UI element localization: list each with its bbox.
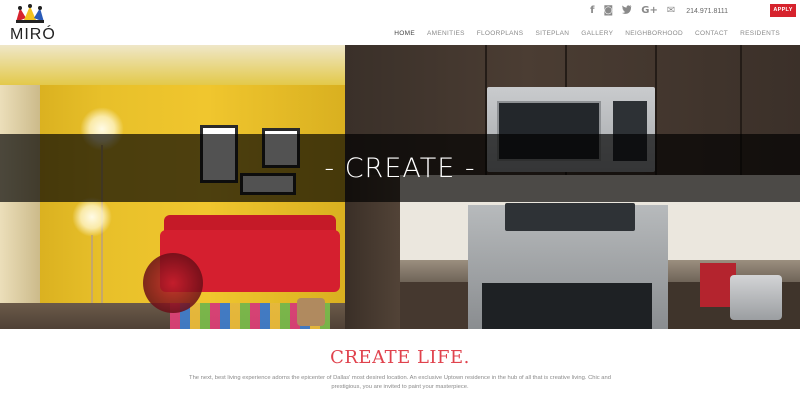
nav-item-contact[interactable]: CONTACT [689,30,734,37]
curtain [0,85,40,329]
logo-text: MIRÓ [10,26,56,43]
lower-cabinet [400,282,468,329]
floor-lamp [72,197,112,237]
hero-banner: - CREATE - [0,134,800,202]
nav-item-neighborhood[interactable]: NEIGHBORHOOD [619,30,689,37]
nav-item-gallery[interactable]: GALLERY [575,30,619,37]
nav-item-amenities[interactable]: AMENITIES [421,30,471,37]
steel-bowl [730,275,782,320]
hero-banner-text: - CREATE - [324,152,476,184]
oven-window [482,283,652,329]
nav-item-residents[interactable]: RESIDENTS [734,30,786,37]
nav-item-floorplans[interactable]: FLOORPLANS [471,30,530,37]
mail-icon[interactable]: ✉ [667,5,675,17]
social-links: f ◙ G+ ✉ 214.971.8111 [590,4,728,18]
site-header: MIRÓ f ◙ G+ ✉ 214.971.8111 APPLY HOME AM… [0,0,800,45]
nav-item-home[interactable]: HOME [388,30,421,37]
intro-section: CREATE LIFE. The next, best living exper… [0,329,800,400]
page-headline: CREATE LIFE. [330,347,470,368]
google-plus-icon[interactable]: G+ [641,5,658,17]
phone-number[interactable]: 214.971.8111 [686,8,728,15]
instagram-icon[interactable]: ◙ [604,5,614,17]
page: MIRÓ f ◙ G+ ✉ 214.971.8111 APPLY HOME AM… [0,0,800,400]
stove-control-panel [505,203,635,231]
jester-hat-icon [16,4,44,23]
facebook-icon[interactable]: f [590,5,594,17]
nav-item-siteplan[interactable]: SITEPLAN [529,30,575,37]
stump-table [297,298,325,326]
twitter-icon[interactable] [622,4,633,18]
side-table [143,253,203,313]
ceiling [0,45,345,85]
main-nav: HOME AMENITIES FLOORPLANS SITEPLAN GALLE… [388,30,786,37]
intro-description: The next, best living experience adorns … [189,375,611,390]
apply-button[interactable]: APPLY [770,4,796,17]
logo[interactable]: MIRÓ [6,2,56,43]
